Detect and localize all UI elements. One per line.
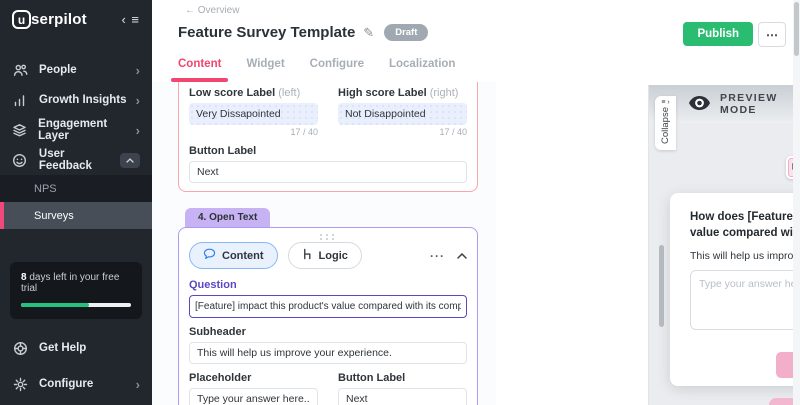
breadcrumb[interactable]: ← Overview [185,5,239,16]
more-options-button[interactable]: ⋯ [758,22,786,47]
preview-question: How does [Feature] impact this product's… [690,211,800,239]
tab-bar: Content Widget Configure Localization [170,58,455,82]
logic-pill-label: Logic [318,249,348,262]
preview-char-count: 0/500 [690,335,800,345]
logo-text: serpilot [31,11,87,28]
chevron-up-icon[interactable] [120,152,140,168]
smiley-icon [12,152,28,168]
trial-banner: 8 days left in your free trial [10,262,142,319]
tab-configure[interactable]: Configure [310,58,364,78]
preview-answer-textarea[interactable] [690,270,800,331]
gear-icon [12,376,28,392]
chevron-right-icon: › [135,376,140,392]
trial-progress-fill [21,303,90,307]
question-input[interactable] [189,295,467,318]
page-title: Feature Survey Template [178,24,356,41]
tab-widget[interactable]: Widget [246,58,284,78]
low-score-label: Low score Label (left) [189,87,301,99]
tab-localization[interactable]: Localization [389,58,455,78]
main-area: ← Overview Feature Survey Template ✎ Dra… [152,0,800,405]
sidebar-item-label: Configure [39,378,94,390]
editor-scroll-area[interactable]: ☺ Low score Label (left) 17 / 40 High sc… [152,82,496,405]
collapse-card-chevron-icon[interactable] [457,250,467,262]
sidebar: u serpilot ‹ ≡ People › Growth Insights … [0,0,152,405]
status-badge: Draft [384,24,429,41]
edit-pencil-icon[interactable]: ✎ [363,25,374,41]
open-text-card: Content Logic ··· Question Subheader [178,227,478,405]
open-text-section-badge[interactable]: 4. Open Text [185,208,271,227]
collapse-preview-tab[interactable]: ≡ › Collapse [655,96,676,150]
subheader-label: Subheader [189,326,246,338]
button-label: Button Label [189,145,257,157]
collapse-label: Collapse [660,107,671,144]
char-counter: 17 / 40 [290,127,318,137]
ellipsis-icon[interactable]: ··· [430,249,445,263]
drag-handle-icon[interactable] [320,234,336,240]
trial-progress-bar [21,303,131,307]
sidebar-item-configure[interactable]: Configure › [0,369,152,399]
placeholder-label: Placeholder [189,372,252,384]
nps-question-card: ☺ Low score Label (left) 17 / 40 High sc… [178,82,478,192]
open-text-button-input[interactable] [338,388,467,405]
sidebar-collapse-icon[interactable]: ‹ ≡ [121,12,140,27]
sidebar-item-nps[interactable]: NPS [0,175,152,202]
button-label: Button Label [338,372,406,384]
sidebar-item-label: Growth Insights [39,94,127,106]
help-lifering-icon [12,340,28,356]
sidebar-item-get-help[interactable]: Get Help [0,333,152,363]
subheader-input[interactable] [189,342,467,364]
logic-pill-button[interactable]: Logic [287,242,362,269]
high-score-label: High score Label (right) [338,87,459,99]
tab-content[interactable]: Content [170,58,229,82]
back-arrow-icon: ← [185,5,195,16]
sidebar-item-user-feedback[interactable]: User Feedback [0,145,152,175]
publish-button[interactable]: Publish [683,22,753,46]
logo: u serpilot ‹ ≡ [0,0,152,35]
survey-preview-card: × How does [Feature] impact this product… [670,193,800,386]
sidebar-item-label: Get Help [39,342,87,354]
high-score-input[interactable] [338,103,467,125]
card-actions: ··· [430,249,467,263]
preview-subheader: This will help us improve your experienc… [690,250,800,263]
title-row: Feature Survey Template ✎ Draft [178,24,429,41]
button-label-input[interactable] [189,161,467,183]
trial-text: 8 days left in your free trial [21,272,120,294]
preview-scrollbar[interactable] [659,245,664,327]
logo-badge: u [12,10,31,29]
question-label: Question [189,279,237,291]
eye-icon [689,95,710,113]
content-pill-button[interactable]: Content [189,242,278,269]
sidebar-item-label: People [39,64,77,76]
sidebar-item-growth-insights[interactable]: Growth Insights › [0,85,152,115]
window-scrollbar[interactable] [793,0,800,405]
collapse-handle-icon: ≡ › [661,99,670,106]
chevron-right-icon: › [135,92,140,108]
sidebar-item-surveys[interactable]: Surveys [0,202,152,229]
chevron-right-icon: › [135,122,140,138]
content-pill-label: Content [222,249,264,262]
sidebar-item-engagement-layer[interactable]: Engagement Layer › [0,115,152,145]
sidebar-item-label: Surveys [34,209,74,222]
bar-chart-icon [12,92,28,108]
char-counter: 17 / 40 [439,127,467,137]
speech-bubble-icon [203,248,216,263]
window-scrollbar-thumb[interactable] [794,2,799,56]
layers-icon [12,122,27,138]
card-toolbar: Content Logic ··· [189,242,467,269]
sidebar-item-label: NPS [34,182,57,195]
preview-pane: PREVIEW MODE ≡ › Collapse × How does [Fe… [648,85,800,405]
sidebar-item-label: Engagement Layer [38,118,108,142]
people-icon [12,62,28,78]
sidebar-nav: People › Growth Insights › Engagement La… [0,55,152,229]
logic-branch-icon [302,248,313,263]
sidebar-item-label: User Feedback [38,148,92,172]
low-score-input[interactable] [189,103,318,125]
chevron-right-icon: › [135,62,140,78]
placeholder-input[interactable] [189,388,318,405]
preview-mode-label: PREVIEW MODE [720,92,778,116]
sidebar-item-people[interactable]: People › [0,55,152,85]
